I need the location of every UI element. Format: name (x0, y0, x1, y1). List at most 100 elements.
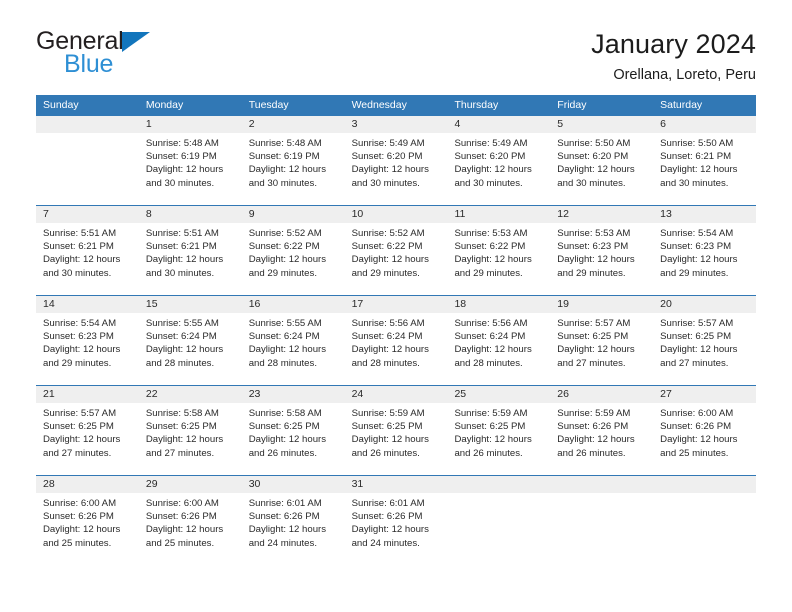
calendar-grid: Sunday Monday Tuesday Wednesday Thursday… (36, 95, 756, 565)
day-cell[interactable]: Sunrise: 6:00 AM Sunset: 6:26 PM Daylight:… (36, 493, 139, 565)
day-cell[interactable]: Sunrise: 5:50 AM Sunset: 6:20 PM Daylight:… (550, 133, 653, 205)
day-cell[interactable]: Sunrise: 5:56 AM Sunset: 6:24 PM Daylight:… (447, 313, 550, 385)
day-cell[interactable]: Sunrise: 5:49 AM Sunset: 6:20 PM Daylight:… (447, 133, 550, 205)
general-blue-logo[interactable]: General Blue (36, 28, 150, 77)
sunset-text: Sunset: 6:26 PM (145, 511, 217, 523)
day-number[interactable]: 11 (447, 206, 550, 223)
day-number[interactable]: 17 (345, 296, 448, 313)
day-number[interactable]: 13 (653, 206, 756, 223)
sunrise-text: Sunrise: 6:01 AM (248, 498, 322, 509)
day-cell[interactable]: Sunrise: 6:00 AM Sunset: 6:26 PM Daylight:… (139, 493, 242, 565)
day-number[interactable]: 25 (447, 386, 550, 403)
daylight-text-line2: and 30 minutes. (248, 177, 317, 189)
day-number[interactable]: 24 (345, 386, 448, 403)
daylight-text-line1: Daylight: 12 hours (248, 344, 327, 356)
daylight-text-line1: Daylight: 12 hours (557, 434, 635, 446)
day-cell[interactable]: Sunrise: 5:50 AM Sunset: 6:21 PM Daylight:… (653, 133, 756, 205)
day-cell[interactable]: Sunrise: 5:59 AM Sunset: 6:25 PM Daylight:… (345, 403, 448, 475)
daylight-text-line2: and 29 minutes. (43, 357, 112, 369)
day-number[interactable]: 10 (345, 206, 448, 223)
sunset-text: Sunset: 6:24 PM (145, 331, 217, 343)
sunset-text: Sunset: 6:19 PM (145, 151, 217, 163)
weekday-header-wednesday: Wednesday (351, 99, 407, 111)
daylight-text-line1: Daylight: 12 hours (145, 434, 224, 446)
day-number[interactable]: 6 (653, 116, 756, 133)
page-title: January 2024 (591, 29, 756, 59)
day-number[interactable]: 23 (242, 386, 345, 403)
day-cell[interactable]: Sunrise: 5:57 AM Sunset: 6:25 PM Daylight:… (653, 313, 756, 385)
day-cell[interactable]: Sunrise: 6:01 AM Sunset: 6:26 PM Daylight:… (242, 493, 345, 565)
sunrise-text: Sunrise: 5:57 AM (557, 318, 631, 329)
day-number[interactable]: 20 (653, 296, 756, 313)
day-cell[interactable]: Sunrise: 5:55 AM Sunset: 6:24 PM Daylight:… (139, 313, 242, 385)
day-number[interactable]: 19 (550, 296, 653, 313)
week-day-numbers: 123456 (36, 116, 756, 133)
day-cell[interactable]: Sunrise: 5:53 AM Sunset: 6:22 PM Daylight:… (447, 223, 550, 295)
day-number[interactable]: 12 (550, 206, 653, 223)
daylight-text-line1: Daylight: 12 hours (557, 344, 635, 356)
day-cell[interactable]: Sunrise: 5:59 AM Sunset: 6:25 PM Daylight:… (447, 403, 550, 475)
daylight-text-line2: and 27 minutes. (660, 357, 729, 369)
day-number[interactable]: 26 (550, 386, 653, 403)
day-number[interactable]: 4 (447, 116, 550, 133)
day-number[interactable]: 29 (139, 476, 242, 493)
day-number[interactable]: 21 (36, 386, 139, 403)
day-number[interactable]: 15 (139, 296, 242, 313)
day-cell[interactable]: Sunrise: 5:56 AM Sunset: 6:24 PM Daylight:… (345, 313, 448, 385)
week-row: 1 2 3 4 5 6 Sunrise: 5:48 AM Sunset: 6:19 PM Day… (36, 116, 756, 205)
sunset-text: Sunset: 6:22 PM (248, 241, 320, 253)
weekday-header-saturday: Saturday (660, 99, 703, 111)
day-cell[interactable]: Sunrise: 5:58 AM Sunset: 6:25 PM Daylight:… (139, 403, 242, 475)
daylight-text-line1: Daylight: 12 hours (557, 254, 635, 266)
day-cell[interactable]: Sunrise: 6:00 AM Sunset: 6:26 PM Daylight:… (653, 403, 756, 475)
day-number[interactable]: 3 (345, 116, 448, 133)
daylight-text-line2: and 26 minutes. (351, 447, 420, 459)
daylight-text-line2: and 30 minutes. (43, 267, 112, 279)
daylight-text-line2: and 26 minutes. (248, 447, 317, 459)
day-cell[interactable]: Sunrise: 6:01 AM Sunset: 6:26 PM Daylight:… (345, 493, 448, 565)
sunrise-text: Sunrise: 5:50 AM (557, 138, 631, 149)
sunset-text: Sunset: 6:24 PM (248, 331, 320, 343)
day-cell[interactable]: Sunrise: 5:52 AM Sunset: 6:22 PM Daylight:… (242, 223, 345, 295)
day-cell[interactable]: Sunrise: 5:51 AM Sunset: 6:21 PM Daylight:… (36, 223, 139, 295)
day-number[interactable]: 14 (36, 296, 139, 313)
day-number[interactable]: 16 (242, 296, 345, 313)
day-cell[interactable]: Sunrise: 5:54 AM Sunset: 6:23 PM Daylight:… (36, 313, 139, 385)
day-cell[interactable]: Sunrise: 5:54 AM Sunset: 6:23 PM Daylight:… (653, 223, 756, 295)
day-cell[interactable]: Sunrise: 5:55 AM Sunset: 6:24 PM Daylight:… (242, 313, 345, 385)
daylight-text-line2: and 28 minutes. (145, 357, 215, 369)
day-number[interactable]: 30 (242, 476, 345, 493)
day-cell[interactable]: Sunrise: 5:53 AM Sunset: 6:23 PM Daylight:… (550, 223, 653, 295)
day-number[interactable]: 7 (36, 206, 139, 223)
day-cell[interactable]: Sunrise: 5:48 AM Sunset: 6:19 PM Daylight:… (139, 133, 242, 205)
day-number[interactable]: 1 (139, 116, 242, 133)
day-number[interactable]: 28 (36, 476, 139, 493)
day-number[interactable]: 18 (447, 296, 550, 313)
day-number[interactable]: 27 (653, 386, 756, 403)
day-cell[interactable]: Sunrise: 5:59 AM Sunset: 6:26 PM Daylight:… (550, 403, 653, 475)
daylight-text-line1: Daylight: 12 hours (351, 344, 429, 356)
day-cell[interactable]: Sunrise: 5:57 AM Sunset: 6:25 PM Daylight:… (550, 313, 653, 385)
sunset-text: Sunset: 6:20 PM (557, 151, 629, 163)
day-cell[interactable]: Sunrise: 5:49 AM Sunset: 6:20 PM Daylight:… (345, 133, 448, 205)
weekday-header-monday: Monday (145, 99, 184, 111)
sunset-text: Sunset: 6:25 PM (145, 421, 217, 433)
day-number[interactable]: 9 (242, 206, 345, 223)
day-number[interactable]: 22 (139, 386, 242, 403)
sunrise-text: Sunrise: 5:55 AM (145, 318, 219, 329)
sunrise-text: Sunrise: 5:49 AM (454, 138, 528, 149)
sunrise-text: Sunrise: 5:58 AM (145, 408, 219, 419)
day-number[interactable]: 31 (345, 476, 448, 493)
day-number[interactable]: 5 (550, 116, 653, 133)
day-cell[interactable]: Sunrise: 5:58 AM Sunset: 6:25 PM Daylight:… (242, 403, 345, 475)
day-cell[interactable]: Sunrise: 5:52 AM Sunset: 6:22 PM Daylight:… (345, 223, 448, 295)
day-number[interactable]: 2 (242, 116, 345, 133)
daylight-text-line1: Daylight: 12 hours (351, 164, 429, 176)
day-cell[interactable]: Sunrise: 5:48 AM Sunset: 6:19 PM Daylight:… (242, 133, 345, 205)
sunrise-text: Sunrise: 5:54 AM (660, 228, 734, 239)
daylight-text-line1: Daylight: 12 hours (454, 164, 532, 176)
day-cell[interactable]: Sunrise: 5:51 AM Sunset: 6:21 PM Daylight:… (139, 223, 242, 295)
day-number[interactable]: 8 (139, 206, 242, 223)
sunset-text: Sunset: 6:25 PM (557, 331, 629, 343)
day-cell[interactable]: Sunrise: 5:57 AM Sunset: 6:25 PM Daylight:… (36, 403, 139, 475)
